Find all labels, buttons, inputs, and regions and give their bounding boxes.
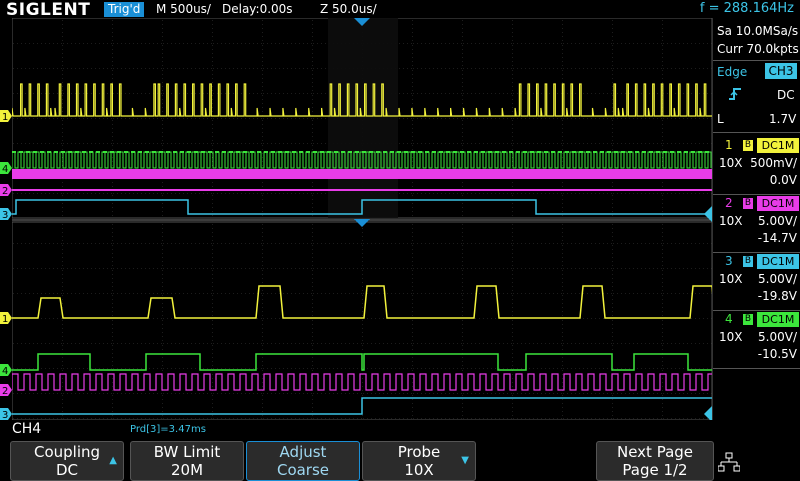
channel-coupling-badge: DC1M	[757, 138, 799, 153]
probe-ratio: 10X	[719, 272, 743, 286]
vertical-scale: 5.00V/	[758, 272, 797, 286]
ch2-ground-marker: 2	[0, 384, 12, 397]
softkey-label: Adjust	[279, 443, 327, 461]
trigger-status-badge: Trig'd	[104, 2, 145, 17]
trigger-level-label: L	[717, 112, 724, 126]
bandwidth-limit-badge: B	[743, 256, 753, 267]
softkey-label: Next Page	[616, 443, 694, 461]
ch1-ground-marker: 1	[0, 312, 12, 325]
svg-text:2: 2	[2, 186, 8, 197]
trigger-level: 1.7V	[769, 112, 797, 126]
right-info-panel: Sa 10.0MSa/s Curr 70.0kpts Edge CH3 DC L…	[712, 18, 800, 420]
svg-text:1: 1	[2, 314, 8, 325]
softkey-value: 10X	[404, 461, 434, 479]
frequency-counter: f = 288.164Hz	[699, 1, 794, 16]
vertical-scale: 500mV/	[750, 156, 797, 170]
zoom-timebase-readout: Z 50.0us/	[320, 2, 377, 16]
vertical-offset: -10.5V	[757, 347, 797, 361]
softkey-next-page[interactable]: Next Page Page 1/2	[596, 441, 714, 481]
probe-ratio: 10X	[719, 214, 743, 228]
softkey-value: 20M	[170, 461, 204, 479]
sample-rate: Sa 10.0MSa/s	[717, 24, 799, 38]
top-status-bar: SIGLENT Trig'd M 500us/ Delay:0.00s Z 50…	[0, 0, 800, 20]
vertical-offset: 0.0V	[769, 173, 797, 187]
ch4-ground-marker: 4	[0, 364, 12, 377]
up-arrow-icon: ▲	[109, 455, 117, 466]
softkey-label: BW Limit	[153, 443, 221, 461]
trigger-type: Edge	[717, 65, 748, 79]
channel-coupling-badge: DC1M	[757, 196, 799, 211]
channel-coupling-badge: DC1M	[757, 254, 799, 269]
softkey-label: Coupling	[33, 443, 101, 461]
status-line	[0, 420, 712, 440]
svg-text:2: 2	[2, 386, 8, 397]
trigger-coupling: DC	[777, 88, 795, 102]
softkey-coupling[interactable]: Coupling DC ▲	[10, 441, 124, 481]
ch3-ground-marker: 3	[0, 208, 12, 221]
softkey-bw-limit[interactable]: BW Limit 20M	[130, 441, 244, 481]
channel-3-info[interactable]: 3 B DC1M 10X 5.00V/ -19.8V	[715, 254, 799, 312]
down-arrow-icon: ▼	[461, 455, 469, 466]
probe-ratio: 10X	[719, 330, 743, 344]
channel-2-info[interactable]: 2 B DC1M 10X 5.00V/ -14.7V	[715, 196, 799, 254]
rising-edge-icon	[729, 88, 741, 100]
ch3-ground-marker: 3	[0, 408, 12, 420]
channel-number: 4	[725, 312, 733, 326]
brand-logo: SIGLENT	[6, 0, 91, 20]
svg-text:4: 4	[2, 366, 8, 377]
softkey-value: Page 1/2	[622, 461, 688, 479]
softkey-value: Coarse	[276, 461, 330, 479]
softkey-adjust[interactable]: Adjust Coarse	[246, 441, 360, 481]
bandwidth-limit-badge: B	[743, 314, 753, 325]
softkey-probe[interactable]: Probe 10X ▼	[362, 441, 476, 481]
memory-depth: Curr 70.0kpts	[717, 42, 799, 56]
waveform-display[interactable]	[12, 18, 712, 420]
period-measurement: Prd[3]=3.47ms	[130, 424, 206, 435]
softkey-label: Probe	[397, 443, 441, 461]
trigger-source-badge: CH3	[765, 63, 797, 79]
delay-readout: Delay:0.00s	[222, 2, 293, 16]
vertical-offset: -14.7V	[757, 231, 797, 245]
channel-ground-markers: 1 4 2 3 1 4 2 3	[0, 110, 12, 420]
channel-number: 1	[725, 138, 733, 152]
active-channel-label: CH4	[12, 421, 42, 437]
svg-text:3: 3	[2, 410, 8, 420]
vertical-scale: 5.00V/	[758, 214, 797, 228]
probe-ratio: 10X	[719, 156, 743, 170]
channel-coupling-badge: DC1M	[757, 312, 799, 327]
vertical-scale: 5.00V/	[758, 330, 797, 344]
channel-4-info[interactable]: 4 B DC1M 10X 5.00V/ -10.5V	[715, 312, 799, 370]
ch4-ground-marker: 4	[0, 162, 12, 175]
channel-number: 3	[725, 254, 733, 268]
channel-number: 2	[725, 196, 733, 210]
svg-text:1: 1	[2, 112, 8, 123]
network-icon	[718, 452, 740, 472]
vertical-offset: -19.8V	[757, 289, 797, 303]
ch2-ground-marker: 2	[0, 184, 12, 197]
softkey-value: DC	[55, 461, 79, 479]
timebase-readout: M 500us/	[156, 2, 211, 16]
channel-1-info[interactable]: 1 B DC1M 10X 500mV/0.0V	[715, 138, 799, 196]
bandwidth-limit-badge: B	[743, 198, 753, 209]
ch1-ground-marker: 1	[0, 110, 12, 123]
svg-text:3: 3	[2, 210, 8, 221]
bandwidth-limit-badge: B	[743, 140, 753, 151]
svg-text:4: 4	[2, 164, 8, 175]
